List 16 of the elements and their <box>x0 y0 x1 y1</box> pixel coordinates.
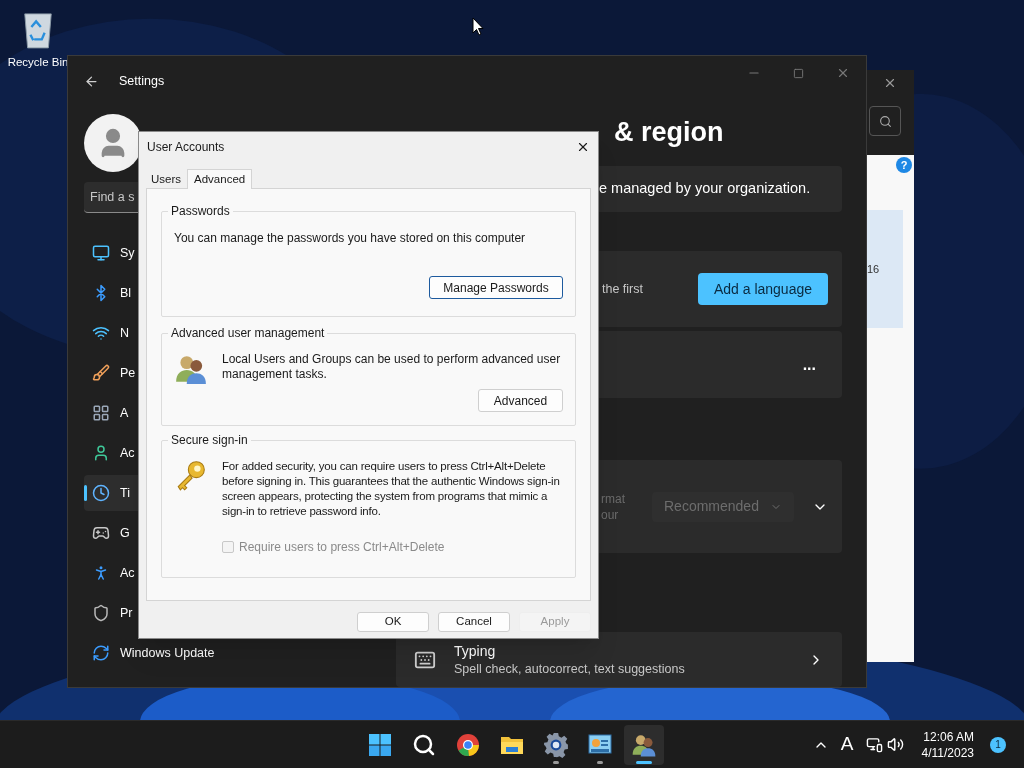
signin-text: For added security, you can require users to press Ctrl+Alt+Delete before signing in. This guarantees that the authentic Windows sign-in screen appears, protecting the system from programs that mimic a sign-in to retrieve password info. <box>222 459 561 519</box>
typing-title: Typing <box>454 641 497 660</box>
language-description: the first <box>602 280 643 298</box>
panel-text: 16 <box>867 261 880 277</box>
window-title: Settings <box>119 72 165 90</box>
group-title: Secure sign-in <box>168 433 251 447</box>
typing-subtitle: Spell check, autocorrect, text suggestions <box>454 660 685 678</box>
group-title: Advanced user management <box>168 326 328 340</box>
management-text: Local Users and Groups can be used to perform advanced user management tasks. <box>222 352 562 383</box>
format-description: our <box>601 506 620 523</box>
format-description: rmat <box>601 490 625 507</box>
notice-text: e managed by your organization. <box>599 179 811 199</box>
page-heading: & region <box>614 116 724 149</box>
dialog-title: User Accounts <box>147 139 225 156</box>
passwords-text: You can manage the passwords you have stored on this computer <box>174 231 527 246</box>
group-title: Passwords <box>168 204 233 218</box>
